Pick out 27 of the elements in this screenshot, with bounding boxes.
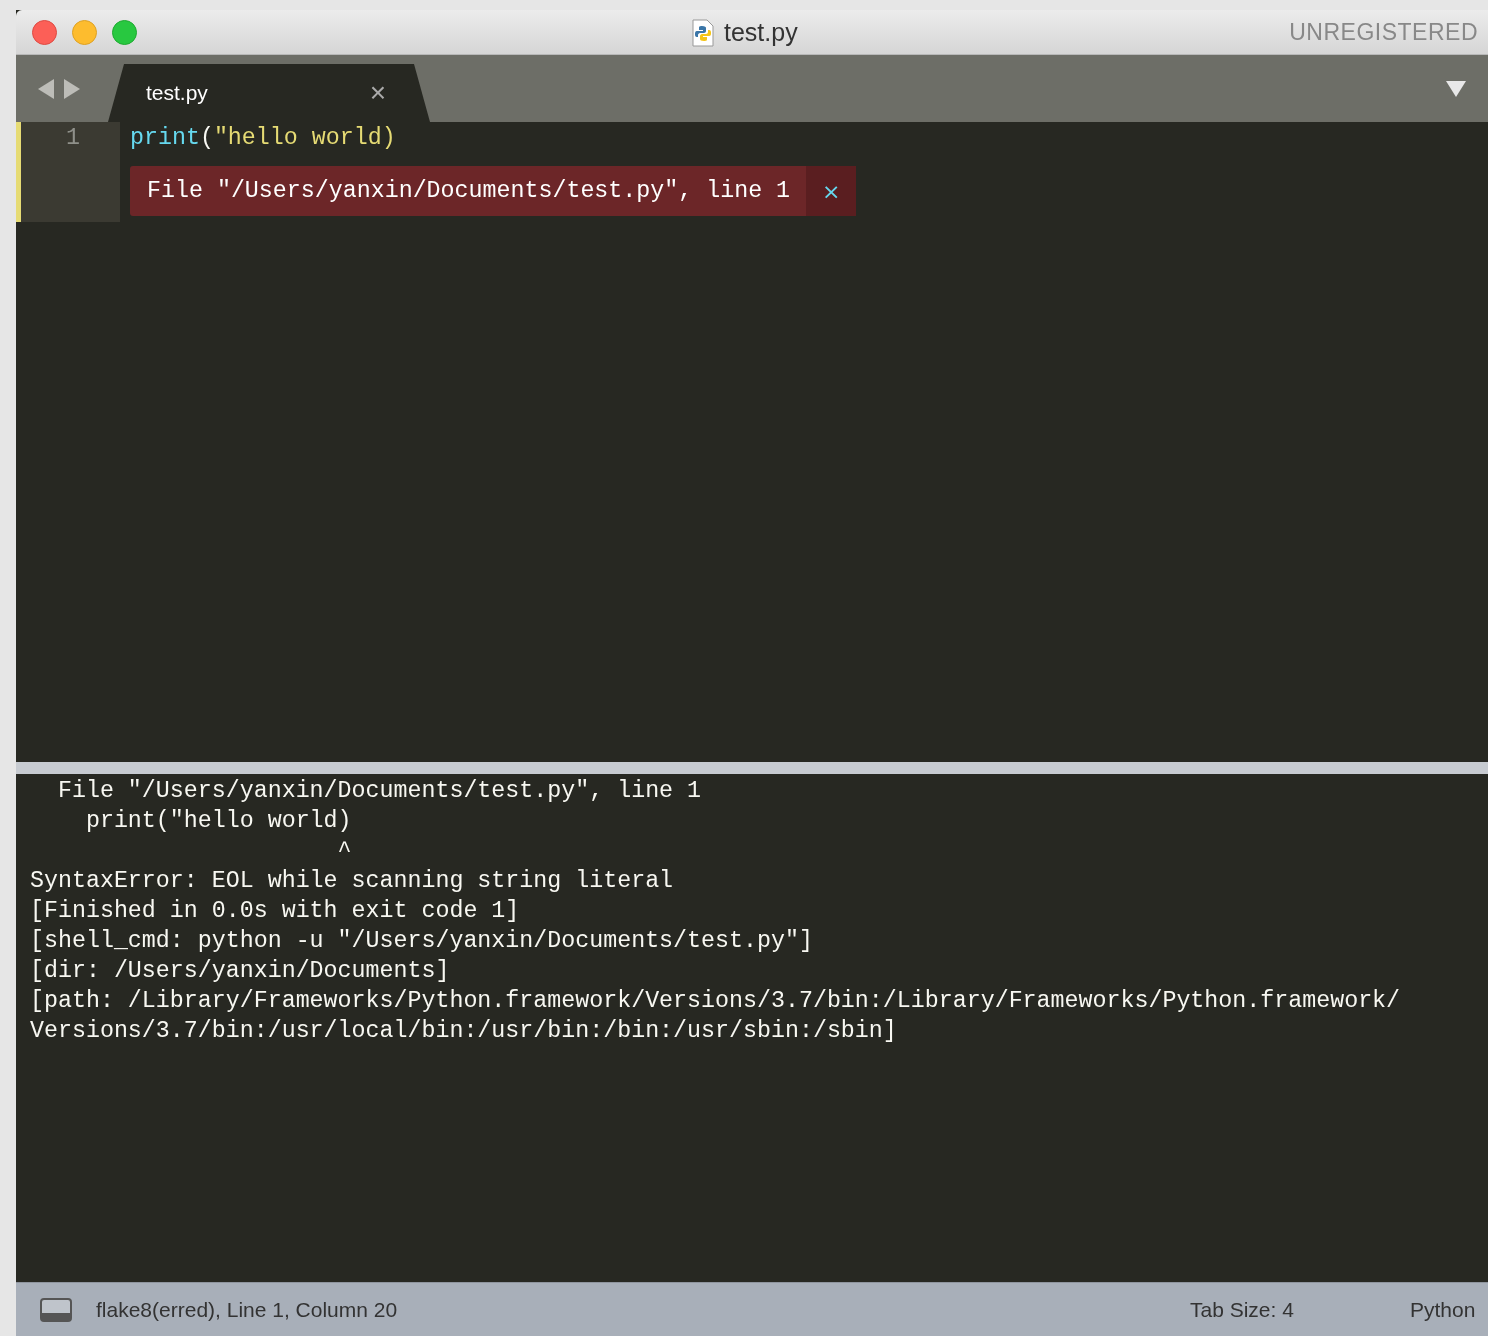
output-line: ^ [336,837,353,866]
unregistered-label: UNREGISTERED [1289,18,1479,46]
close-button[interactable] [32,19,57,45]
output-line: SyntaxError: EOL while scanning string literal [30,867,675,896]
output-line: [path: /Library/Frameworks/Python.framework/Versions/3.7/bin:/Library/Frameworks/Python.framework/ [30,987,1402,1016]
output-line: [dir: /Users/yanxin/Documents] [30,957,451,986]
output-line: print("hello world) [84,807,353,836]
file-tab[interactable]: test.py × [108,64,430,122]
forward-arrow-icon[interactable] [64,79,80,99]
code-line: print("hello world) [130,124,397,153]
minimize-button[interactable] [72,19,97,45]
panel-toggle-icon[interactable] [40,1297,72,1322]
error-message: File "/Users/yanxin/Documents/test.py", line 1 [146,178,792,204]
window-title: test.py [724,18,798,47]
line-number: 1 [66,125,80,151]
output-line: [Finished in 0.0s with exit code 1] [30,897,521,926]
status-message: flake8(erred), Line 1, Column 20 [96,1297,399,1322]
python-file-icon [692,18,714,47]
output-line: [shell_cmd: python -u "/Users/yanxin/Documents/test.py"] [30,927,814,956]
dismiss-button[interactable]: × [806,166,857,216]
output-line: Versions/3.7/bin:/usr/local/bin:/usr/bin:/bin:/usr/sbin:/sbin] [30,1017,898,1046]
zoom-button[interactable] [112,19,137,45]
back-arrow-icon[interactable] [38,79,54,99]
output-line: File "/Users/yanxin/Documents/test.py", line 1 [56,777,703,806]
syntax-indicator[interactable]: Python [1410,1297,1488,1322]
dropdown-triangle-icon[interactable] [1446,81,1466,97]
tab-size-indicator[interactable]: Tab Size: 4 [1190,1297,1410,1322]
